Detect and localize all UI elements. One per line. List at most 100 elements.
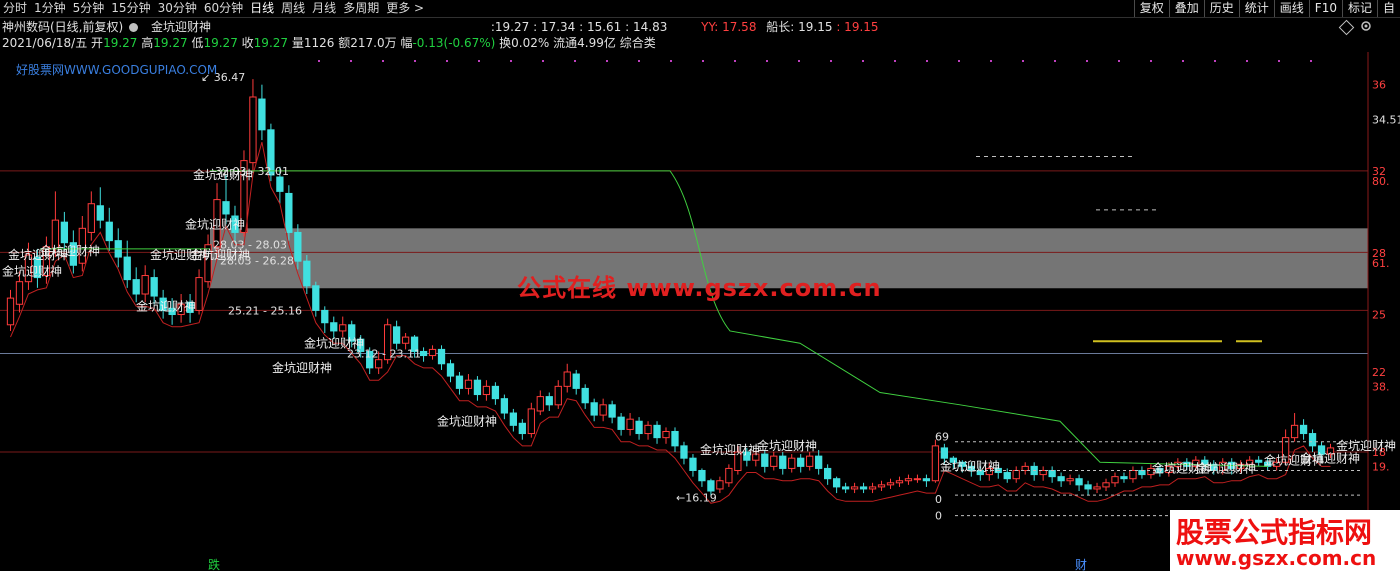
- signal-label-3: 金坑迎财神: [136, 298, 196, 313]
- candle-body: [1129, 469, 1137, 480]
- ship-value: 船长: 19.15: [766, 20, 833, 34]
- function-buttons: 复权 叠加 历史 统计 画线 F10 标记自: [1133, 0, 1400, 17]
- marker-dot: [1118, 60, 1120, 62]
- high-value: 19.27: [153, 36, 188, 50]
- bottom-right-label: 财: [1075, 558, 1087, 571]
- sector-value[interactable]: 综合类: [620, 36, 656, 50]
- period-tab-5[interactable]: 60分钟: [201, 0, 247, 17]
- candle-body: [545, 396, 553, 406]
- candle-body: [931, 445, 940, 482]
- indicator-eye-icon[interactable]: [129, 23, 138, 32]
- toolbar-button-0[interactable]: 复权: [1133, 0, 1169, 17]
- candle-body: [1308, 433, 1317, 447]
- candle-body: [680, 445, 688, 459]
- axis-label-10: 19.: [1372, 460, 1390, 473]
- toolbar-button-7[interactable]: 自: [1376, 0, 1400, 17]
- axis-label-3: 80.: [1372, 175, 1390, 188]
- marker-dot: [574, 60, 576, 62]
- axis-label-7: 22: [1372, 366, 1386, 379]
- marker-dot: [670, 60, 672, 62]
- bottom-left-label: 跌: [208, 557, 220, 571]
- toolbar-button-6[interactable]: 标记: [1341, 0, 1377, 17]
- close-value: 19.27: [253, 36, 289, 50]
- period-toolbar: 分时 1分钟 5分钟 15分钟 30分钟 60分钟 日线 周线 月线 多周期 更多 > 复权 叠加 历史…: [0, 0, 1400, 18]
- trend-line: [210, 170, 1269, 467]
- candle-body: [563, 371, 571, 387]
- yy-value: YY: 17.58: [701, 20, 757, 34]
- marker-dot: [1310, 60, 1312, 62]
- period-tab-8[interactable]: 月线: [309, 0, 340, 17]
- candle-body: [446, 363, 455, 377]
- candle-body: [841, 486, 850, 490]
- candle-body: [698, 469, 706, 482]
- candle-body: [761, 453, 769, 467]
- candle-body: [60, 221, 69, 244]
- toolbar-button-5[interactable]: F10: [1308, 0, 1342, 17]
- quote-date: 2021/06/18/五: [2, 36, 88, 50]
- candle-body: [1048, 469, 1056, 478]
- candle-body: [321, 309, 329, 324]
- signal-label-12: 金坑迎财神: [757, 438, 817, 453]
- candlestick-chart[interactable]: 3634.513280.2861.252238.1819.15↙ 36.47←1…: [0, 52, 1400, 571]
- candle-body: [132, 279, 140, 295]
- candle-body: [527, 408, 535, 435]
- period-tab-1[interactable]: 1分钟: [31, 0, 70, 17]
- candle-body: [419, 350, 428, 357]
- stock-title[interactable]: 神州数码(日线,前复权): [2, 20, 123, 34]
- toolbar-button-3[interactable]: 统计: [1238, 0, 1274, 17]
- axis-label-8: 38.: [1372, 380, 1390, 393]
- candle-body: [904, 478, 913, 482]
- marker-dot: [638, 60, 640, 62]
- marker-dot: [798, 60, 800, 62]
- candle-body: [1075, 478, 1083, 486]
- signal-label-7: 金坑迎财神: [190, 247, 250, 262]
- toolbar-button-4[interactable]: 画线: [1273, 0, 1309, 17]
- candle-body: [437, 348, 446, 365]
- period-tab-7[interactable]: 周线: [278, 0, 309, 17]
- candle-body: [1120, 476, 1128, 480]
- marker-dot: [830, 60, 832, 62]
- amount-value: 217.0万: [350, 36, 397, 50]
- signal-label-9: 金坑迎财神: [304, 335, 364, 350]
- signal-label-13: 金坑迎财神: [940, 458, 1000, 473]
- candle-body: [671, 430, 679, 447]
- settings-icon[interactable]: [1360, 20, 1372, 32]
- candle-body: [294, 231, 302, 262]
- period-tab-0[interactable]: 分时: [0, 0, 31, 17]
- brand-url: www.gszx.com.cn: [1176, 546, 1377, 570]
- candle-body: [1066, 478, 1074, 482]
- toolbar-button-2[interactable]: 历史: [1203, 0, 1239, 17]
- period-tab-4[interactable]: 30分钟: [155, 0, 201, 17]
- candle-body: [123, 256, 131, 281]
- marker-dot: [1214, 60, 1216, 62]
- signal-label-18: 金坑迎财神: [1336, 438, 1396, 453]
- candle-body: [195, 277, 203, 311]
- marker-dot: [990, 60, 992, 62]
- indicator-name[interactable]: 金坑迎财神: [151, 20, 211, 34]
- candle-body: [464, 379, 473, 389]
- period-tab-10[interactable]: 更多 >: [383, 0, 428, 17]
- signal-label-2: 金坑迎财神: [40, 243, 100, 258]
- toolbar-button-1[interactable]: 叠加: [1168, 0, 1204, 17]
- candle-body: [491, 385, 500, 400]
- candle-body: [1039, 469, 1047, 476]
- candle-body: [509, 412, 517, 426]
- open-label: 开: [91, 36, 104, 50]
- period-tab-3[interactable]: 15分钟: [108, 0, 154, 17]
- period-tab-6[interactable]: 日线: [247, 0, 278, 17]
- candle-body: [150, 277, 158, 297]
- change-label: 幅: [400, 36, 413, 50]
- period-tab-2[interactable]: 5分钟: [70, 0, 109, 17]
- candle-body: [455, 375, 464, 389]
- candle-body: [815, 455, 823, 469]
- candle-body: [653, 424, 661, 439]
- brand-banner: 股票公式指标网 www.gszx.com.cn: [1170, 510, 1400, 571]
- period-tab-9[interactable]: 多周期: [340, 0, 383, 17]
- marker-dot: [1022, 60, 1024, 62]
- marker-dot: [734, 60, 736, 62]
- pin-icon[interactable]: [1338, 19, 1355, 36]
- marker-dot: [1246, 60, 1248, 62]
- signal-label-11: 金坑迎财神: [700, 442, 760, 457]
- marker-dot: [414, 60, 416, 62]
- candle-body: [285, 192, 293, 233]
